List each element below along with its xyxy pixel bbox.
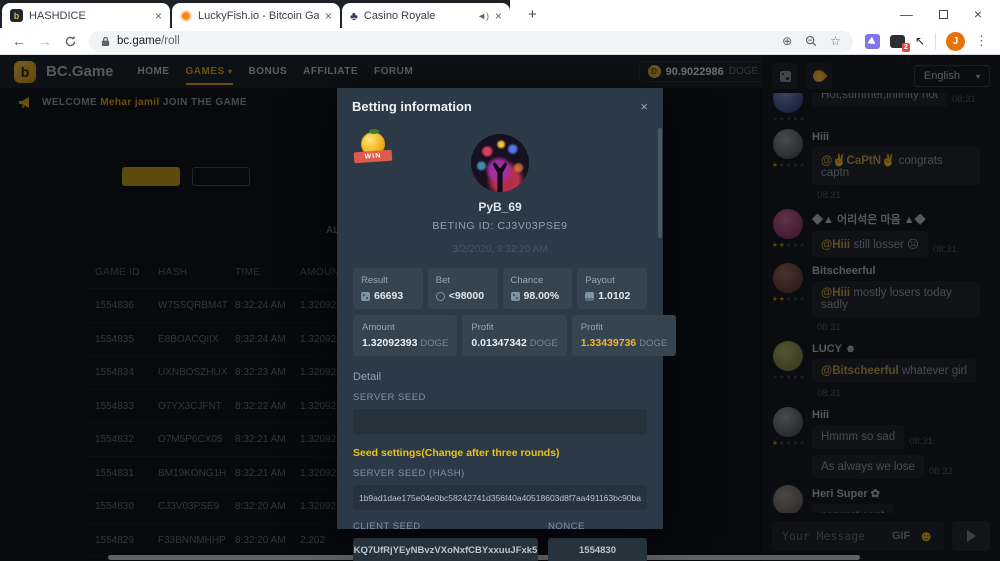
luckyfish-favicon-icon	[180, 10, 192, 22]
extensions-area: 2 ↖ J ⋮	[865, 32, 988, 51]
server-seed-hash-label: SERVER SEED (HASH)	[353, 468, 647, 479]
tab-luckyfish[interactable]: LuckyFish.io - Bitcoin Gambling S ×	[172, 3, 340, 28]
win-ribbon-label: WIN	[354, 150, 393, 164]
bcgame-favicon-icon: b	[10, 9, 23, 22]
zoom-in-icon[interactable]: ⊕	[782, 34, 792, 48]
extension-blocker-icon[interactable]: 2	[890, 35, 905, 48]
address-bar: ← → bc.game/roll ⊕ ☆ 2 ↖ J ⋮	[0, 28, 1000, 55]
modal-close-icon[interactable]: ×	[640, 99, 648, 114]
tab-close-icon[interactable]: ×	[325, 10, 332, 22]
extension-pointer-icon[interactable]	[865, 34, 880, 49]
nonce-label: NONCE	[548, 521, 647, 532]
url-host: bc.game	[117, 35, 161, 47]
tab-casino-royale[interactable]: ♣ Casino Royale ◄) ×	[342, 3, 510, 28]
amount-box: Amount 1.32092393 DOGE	[353, 315, 457, 356]
browser-menu-icon[interactable]: ⋮	[975, 33, 988, 49]
tab-title: HASHDICE	[29, 10, 149, 22]
win-badge: WIN	[357, 132, 389, 164]
profile-avatar[interactable]: J	[946, 32, 965, 51]
casino-favicon-icon: ♣	[350, 10, 358, 22]
dice-icon	[361, 292, 370, 301]
tab-hashdice[interactable]: b HASHDICE ×	[2, 3, 170, 28]
client-seed-label: CLIENT SEED	[353, 521, 538, 532]
bettor-avatar[interactable]	[471, 134, 529, 192]
tab-audio-icon[interactable]: ◄)	[477, 11, 489, 21]
stat-chance: Chance 98.00%	[503, 268, 573, 309]
forward-icon[interactable]: →	[38, 33, 52, 49]
divider	[935, 33, 936, 49]
url-field[interactable]: bc.game/roll ⊕ ☆	[89, 31, 853, 52]
back-icon[interactable]: ←	[12, 33, 26, 49]
seed-settings-label: Seed settings(Change after three rounds)	[353, 447, 647, 459]
reload-icon[interactable]	[64, 35, 77, 48]
bookmark-star-icon[interactable]: ☆	[830, 34, 841, 48]
tab-title: Casino Royale	[364, 10, 471, 22]
window-controls: — ×	[900, 6, 992, 22]
stat-bet: Bet <98000	[428, 268, 498, 309]
coin-icon	[436, 292, 445, 301]
tab-close-icon[interactable]: ×	[495, 10, 502, 22]
modal-scrollbar[interactable]	[658, 128, 662, 238]
profit-box: Profit 0.01347342 DOGE	[462, 315, 566, 356]
maximize-button[interactable]	[939, 10, 948, 19]
modal-title: Betting information	[352, 99, 472, 114]
extension-badge: 2	[902, 43, 910, 52]
bet-id: BETING ID: CJ3V03PSE9	[337, 220, 663, 232]
tab-title: LuckyFish.io - Bitcoin Gambling S	[198, 10, 319, 22]
new-tab-button[interactable]: +	[518, 6, 547, 23]
zoom-out-icon[interactable]	[805, 35, 817, 47]
minimize-button[interactable]: —	[900, 7, 913, 22]
bet-date: 3/2/2020, 8:32:20 AM	[337, 244, 663, 255]
extension-cursor-icon[interactable]: ↖	[915, 34, 925, 48]
tab-strip: b HASHDICE × LuckyFish.io - Bitcoin Gamb…	[0, 0, 1000, 28]
server-seed-label: SERVER SEED	[353, 392, 647, 403]
betting-info-modal: Betting information × WIN PyB_69 BETING …	[337, 88, 663, 529]
detail-label: Detail	[353, 371, 647, 383]
stat-result: Result 66693	[353, 268, 423, 309]
client-seed-field[interactable]: KQ7UfRjYEyNBvzVXoNxfCBYxxuuJFxk5	[353, 538, 538, 561]
tabstrip-right: + — ×	[510, 0, 1000, 28]
total-profit-box: Profit 1.33439736 DOGE	[572, 315, 676, 356]
bettor-name: PyB_69	[337, 200, 663, 214]
lock-icon	[101, 36, 110, 47]
url-path: /roll	[161, 35, 180, 47]
server-seed-field[interactable]	[353, 409, 647, 434]
server-seed-hash-field[interactable]: 1b9ad1dae175e04e0bc58242741d356f40a40518…	[353, 485, 647, 510]
browser-chrome: b HASHDICE × LuckyFish.io - Bitcoin Gamb…	[0, 0, 1000, 55]
tab-close-icon[interactable]: ×	[155, 10, 162, 22]
payout-icon	[585, 292, 594, 301]
nonce-field[interactable]: 1554830	[548, 538, 647, 561]
dice-icon	[511, 292, 520, 301]
stat-payout: Payout 1.0102	[577, 268, 647, 309]
window-close-button[interactable]: ×	[974, 6, 982, 22]
